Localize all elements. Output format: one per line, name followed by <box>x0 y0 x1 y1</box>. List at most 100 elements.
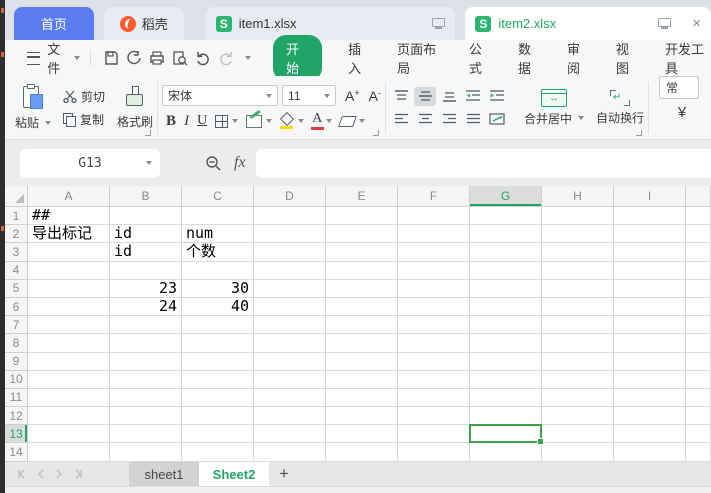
cell-F10[interactable] <box>398 371 470 389</box>
cell-H4[interactable] <box>542 262 614 280</box>
cell-H11[interactable] <box>542 389 614 407</box>
file-menu[interactable]: 文件 <box>47 39 70 77</box>
cell-E13[interactable] <box>326 425 398 443</box>
cell-H6[interactable] <box>542 298 614 316</box>
align-bottom-button[interactable] <box>438 87 460 106</box>
cell-C7[interactable] <box>182 316 254 334</box>
align-middle-button[interactable] <box>414 87 436 106</box>
cell-G8[interactable] <box>470 334 542 352</box>
cell-A1[interactable]: ## <box>28 207 110 225</box>
fill-color-button[interactable] <box>280 114 304 129</box>
font-size-select[interactable]: 11 <box>282 85 336 106</box>
cell-C8[interactable] <box>182 334 254 352</box>
dialog-launcher-icon[interactable] <box>145 130 151 136</box>
cell-I3[interactable] <box>614 243 686 261</box>
column-header-D[interactable]: D <box>254 186 326 207</box>
column-header-A[interactable]: A <box>28 186 110 207</box>
cell-G3[interactable] <box>470 243 542 261</box>
next-sheet-icon[interactable] <box>55 469 63 479</box>
copy-button[interactable]: 复制 <box>63 111 104 127</box>
row-header-2[interactable]: 2 <box>5 225 28 243</box>
cell-F12[interactable] <box>398 407 470 425</box>
align-right-button[interactable] <box>438 110 460 129</box>
cell-D11[interactable] <box>254 389 326 407</box>
column-header-B[interactable]: B <box>110 186 182 207</box>
row-header-12[interactable]: 12 <box>5 407 28 425</box>
wrap-text-button[interactable]: ↵ 自动换行 <box>596 90 644 126</box>
cell-F3[interactable] <box>398 243 470 261</box>
cell-G2[interactable] <box>470 225 542 243</box>
close-tab-icon[interactable]: × <box>692 15 701 32</box>
cell-A2[interactable]: 导出标记 <box>28 225 110 243</box>
cell-I1[interactable] <box>614 207 686 225</box>
cell-D3[interactable] <box>254 243 326 261</box>
cell-F4[interactable] <box>398 262 470 280</box>
cell-A5[interactable] <box>28 280 110 298</box>
cell-C6[interactable]: 40 <box>182 298 254 316</box>
zoom-search-icon[interactable] <box>205 155 222 172</box>
cell-D6[interactable] <box>254 298 326 316</box>
cell-E10[interactable] <box>326 371 398 389</box>
column-header-G[interactable]: G <box>470 186 542 207</box>
cell-H9[interactable] <box>542 353 614 371</box>
cell-D13[interactable] <box>254 425 326 443</box>
sheet-tab-sheet2-active[interactable]: Sheet2 <box>199 462 269 486</box>
cell-A11[interactable] <box>28 389 110 407</box>
cell-style-button[interactable] <box>246 115 272 128</box>
cell-G14[interactable] <box>470 443 542 461</box>
cell-A10[interactable] <box>28 371 110 389</box>
column-header-F[interactable]: F <box>398 186 470 207</box>
save-button[interactable] <box>99 46 122 70</box>
cell-C3[interactable]: 个数 <box>182 243 254 261</box>
first-sheet-icon[interactable] <box>17 469 27 479</box>
cell-B11[interactable] <box>110 389 182 407</box>
cell-E12[interactable] <box>326 407 398 425</box>
cell-B2[interactable]: id <box>110 225 182 243</box>
cell-A4[interactable] <box>28 262 110 280</box>
menu-tab-data[interactable]: 数据 <box>518 39 541 77</box>
cell-E11[interactable] <box>326 389 398 407</box>
cell-I14[interactable] <box>614 443 686 461</box>
align-top-button[interactable] <box>390 87 412 106</box>
cell-D1[interactable] <box>254 207 326 225</box>
row-header-1[interactable]: 1 <box>5 207 28 225</box>
cell-F11[interactable] <box>398 389 470 407</box>
column-header-C[interactable]: C <box>182 186 254 207</box>
redo-button[interactable] <box>214 46 237 70</box>
cell-I9[interactable] <box>614 353 686 371</box>
row-header-11[interactable]: 11 <box>5 389 28 407</box>
cell-B10[interactable] <box>110 371 182 389</box>
cell-C12[interactable] <box>182 407 254 425</box>
cell-A9[interactable] <box>28 353 110 371</box>
cell-C13[interactable] <box>182 425 254 443</box>
cell-B13[interactable] <box>110 425 182 443</box>
dialog-launcher-icon[interactable] <box>636 130 642 136</box>
cell-B3[interactable]: id <box>110 243 182 261</box>
cell-A8[interactable] <box>28 334 110 352</box>
cell-F1[interactable] <box>398 207 470 225</box>
share-screen-icon[interactable] <box>658 18 671 29</box>
cell-B6[interactable]: 24 <box>110 298 182 316</box>
cell-B14[interactable] <box>110 443 182 461</box>
tab-home[interactable]: 首页 <box>14 7 94 40</box>
export-pdf-button[interactable] <box>122 46 145 70</box>
row-header-6[interactable]: 6 <box>5 298 28 316</box>
cell-D8[interactable] <box>254 334 326 352</box>
cell-F7[interactable] <box>398 316 470 334</box>
cell-B5[interactable]: 23 <box>110 280 182 298</box>
select-all-corner[interactable] <box>5 186 28 207</box>
cell-G12[interactable] <box>470 407 542 425</box>
cell-E3[interactable] <box>326 243 398 261</box>
print-button[interactable] <box>145 46 168 70</box>
cell-C4[interactable] <box>182 262 254 280</box>
merge-center-button[interactable]: 合并居中 <box>524 89 584 127</box>
underline-button[interactable]: U <box>197 113 207 129</box>
hamburger-menu-icon[interactable] <box>27 52 40 65</box>
cut-button[interactable]: 剪切 <box>63 88 105 104</box>
last-sheet-icon[interactable] <box>73 469 83 479</box>
cell-F5[interactable] <box>398 280 470 298</box>
cell-G11[interactable] <box>470 389 542 407</box>
tab-item1[interactable]: S item1.xlsx <box>206 7 456 40</box>
chevron-down-icon[interactable] <box>74 56 80 60</box>
cell-C10[interactable] <box>182 371 254 389</box>
